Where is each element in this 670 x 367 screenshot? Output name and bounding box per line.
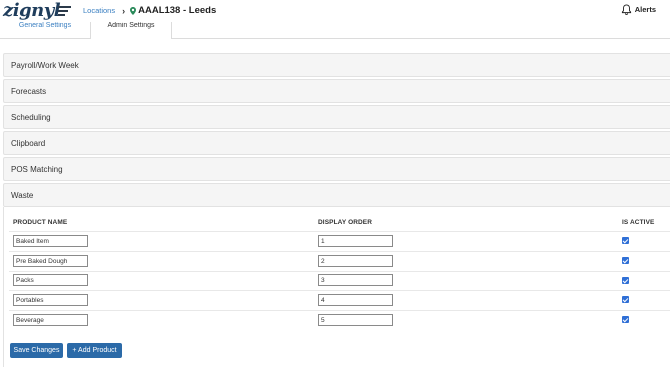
display-order-input[interactable] — [318, 314, 393, 326]
is-active-checkbox[interactable] — [622, 316, 629, 323]
bell-icon — [621, 4, 631, 15]
product-name-input[interactable] — [13, 235, 88, 247]
hamburger-menu-icon[interactable] — [58, 6, 71, 16]
breadcrumb-locations-link[interactable]: Locations — [83, 6, 115, 15]
section-forecasts[interactable]: Forecasts — [3, 79, 670, 103]
is-active-checkbox[interactable] — [622, 296, 629, 303]
display-order-input[interactable] — [318, 235, 393, 247]
column-header-product-name: PRODUCT NAME — [13, 219, 68, 226]
column-header-is-active: IS ACTIVE — [622, 219, 655, 226]
display-order-input[interactable] — [318, 255, 393, 267]
zignyl-logo[interactable]: zignyl — [3, 0, 61, 21]
tab-general-settings[interactable]: General Settings — [0, 22, 90, 39]
breadcrumb: Locations › AAAL138 - Leeds — [83, 5, 216, 16]
add-product-button[interactable]: + Add Product — [67, 343, 122, 358]
row-divider — [9, 271, 670, 272]
settings-tabs: General Settings Admin Settings — [0, 22, 670, 39]
chevron-right-icon: › — [122, 5, 126, 16]
alerts-label: Alerts — [634, 5, 656, 14]
section-payroll-work-week[interactable]: Payroll/Work Week — [3, 53, 670, 77]
row-divider — [9, 251, 670, 252]
display-order-input[interactable] — [318, 294, 393, 306]
product-name-input[interactable] — [13, 255, 88, 267]
section-pos-matching[interactable]: POS Matching — [3, 157, 670, 181]
alerts-button[interactable]: Alerts — [621, 4, 656, 15]
row-divider — [9, 231, 670, 232]
is-active-checkbox[interactable] — [622, 237, 629, 244]
product-name-input[interactable] — [13, 294, 88, 306]
is-active-checkbox[interactable] — [622, 257, 629, 264]
section-clipboard[interactable]: Clipboard — [3, 131, 670, 155]
display-order-input[interactable] — [318, 274, 393, 286]
location-pin-icon — [130, 6, 137, 15]
save-changes-button[interactable]: Save Changes — [10, 343, 63, 358]
top-header: zignyl Locations › AAAL138 - Leeds Alert… — [0, 0, 670, 22]
product-name-input[interactable] — [13, 274, 88, 286]
is-active-checkbox[interactable] — [622, 277, 629, 284]
page-title: AAAL138 - Leeds — [138, 5, 217, 16]
section-scheduling[interactable]: Scheduling — [3, 105, 670, 129]
section-waste[interactable]: Waste — [3, 183, 670, 207]
row-divider — [9, 310, 670, 311]
column-header-display-order: DISPLAY ORDER — [318, 219, 373, 226]
product-name-input[interactable] — [13, 314, 88, 326]
tab-admin-settings[interactable]: Admin Settings — [90, 22, 172, 39]
row-divider — [9, 290, 670, 291]
